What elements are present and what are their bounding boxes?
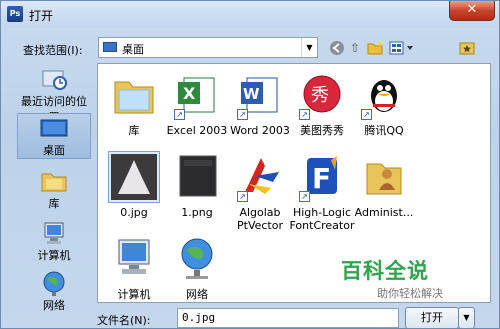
file-label: 0.jpg [120, 206, 148, 219]
libraries-icon [39, 167, 69, 195]
open-options-chevron-icon[interactable]: ▼ [458, 307, 475, 329]
png-file-icon [172, 152, 222, 202]
shortcut-arrow-icon: ↗ [299, 109, 310, 120]
place-libraries[interactable]: 库 [17, 167, 91, 213]
computer-icon [39, 219, 69, 247]
file-label: Excel 2003 [166, 124, 228, 137]
file-item-network[interactable]: 网络 [164, 234, 230, 301]
open-file-dialog: Ps 打开 ✕ 查找范围(I): 桌面 ▼ ⇧ 最近访问的位置 桌面 [0, 0, 500, 329]
look-in-dropdown[interactable]: 桌面 ▼ [98, 37, 318, 58]
file-item-administrator[interactable]: Administ... [351, 152, 417, 219]
new-folder-icon[interactable] [367, 40, 383, 56]
file-label: Administ... [354, 206, 414, 219]
file-label: Word 2003 [230, 124, 290, 137]
user-folder-icon [359, 152, 409, 202]
place-network[interactable]: 网络 [17, 269, 91, 315]
image-thumbnail-icon [108, 151, 160, 203]
shortcut-arrow-icon: ↗ [174, 109, 185, 120]
up-folder-icon[interactable]: ⇧ [347, 40, 363, 56]
window-title: 打开 [29, 9, 54, 23]
shortcut-arrow-icon: ↗ [299, 191, 310, 202]
file-label: 库 [128, 124, 140, 137]
file-item-algolab[interactable]: ↗ Algolab PtVector [227, 152, 293, 232]
file-item-excel[interactable]: X ↗ Excel 2003 [164, 70, 230, 137]
algolab-icon: ↗ [235, 152, 285, 202]
place-label: 库 [48, 197, 60, 210]
watermark-subtitle: 助你轻松解决 [377, 287, 443, 300]
file-label: 1.png [181, 206, 213, 219]
recent-places-icon [39, 65, 69, 93]
desktop-icon [103, 42, 117, 52]
file-label: 美图秀秀 [300, 124, 344, 137]
place-computer[interactable]: 计算机 [17, 219, 91, 265]
word-icon: W ↗ [235, 70, 285, 120]
computer-icon [109, 234, 159, 284]
shortcut-arrow-icon: ↗ [361, 109, 372, 120]
folder-icon [109, 70, 159, 120]
fontcreator-icon: F ↗ [297, 152, 347, 202]
title-bar: Ps 打开 ✕ [1, 1, 499, 27]
open-button[interactable]: 打开 [405, 307, 459, 329]
shortcut-arrow-icon: ↗ [237, 109, 248, 120]
qq-icon: ↗ [359, 70, 409, 120]
place-label: 网络 [43, 299, 65, 312]
file-item-meitu[interactable]: 秀 ↗ 美图秀秀 [289, 70, 355, 137]
view-menu-icon[interactable] [389, 40, 417, 56]
svg-text:秀: 秀 [311, 85, 329, 106]
file-label: 计算机 [117, 288, 151, 301]
file-item-computer[interactable]: 计算机 [101, 234, 167, 301]
filename-label: 文件名(N): [97, 314, 151, 327]
photoshop-icon: Ps [7, 6, 23, 22]
back-icon[interactable] [329, 40, 345, 56]
place-desktop[interactable]: 桌面 [17, 113, 91, 159]
watermark-title: 百科全说 [341, 259, 429, 283]
place-label: 计算机 [37, 249, 71, 262]
file-item-word[interactable]: W ↗ Word 2003 [227, 70, 293, 137]
filename-input[interactable]: 0.jpg [177, 308, 399, 328]
file-label: Algolab PtVector [237, 206, 283, 232]
watermark: 百科全说 助你轻松解决 [341, 255, 471, 301]
look-in-label: 查找范围(I): [23, 44, 83, 57]
look-in-value: 桌面 [122, 43, 144, 56]
file-label: 腾讯QQ [364, 124, 404, 137]
svg-text:X: X [183, 84, 196, 103]
file-item-1png[interactable]: 1.png [164, 152, 230, 219]
svg-text:W: W [243, 85, 260, 103]
places-bar: 最近访问的位置 桌面 库 计算机 网络 [17, 63, 91, 321]
desktop-shortcut-icon[interactable] [459, 40, 475, 56]
desktop-icon [39, 114, 69, 142]
shortcut-arrow-icon: ↗ [237, 191, 248, 202]
network-icon [39, 269, 69, 297]
file-item-libraries[interactable]: 库 [101, 70, 167, 137]
place-recent[interactable]: 最近访问的位置 [17, 65, 91, 124]
svg-text:F: F [312, 162, 331, 195]
place-label: 桌面 [43, 144, 65, 157]
chevron-down-icon[interactable]: ▼ [301, 38, 317, 57]
file-label: High-Logic FontCreator [289, 206, 355, 232]
excel-icon: X ↗ [172, 70, 222, 120]
file-item-qq[interactable]: ↗ 腾讯QQ [351, 70, 417, 137]
file-item-0jpg[interactable]: 0.jpg [101, 151, 167, 219]
meitu-icon: 秀 ↗ [297, 70, 347, 120]
file-label: 网络 [186, 288, 208, 301]
file-item-fontcreator[interactable]: F ↗ High-Logic FontCreator [289, 152, 355, 232]
close-button[interactable]: ✕ [449, 1, 495, 21]
network-icon [172, 234, 222, 284]
